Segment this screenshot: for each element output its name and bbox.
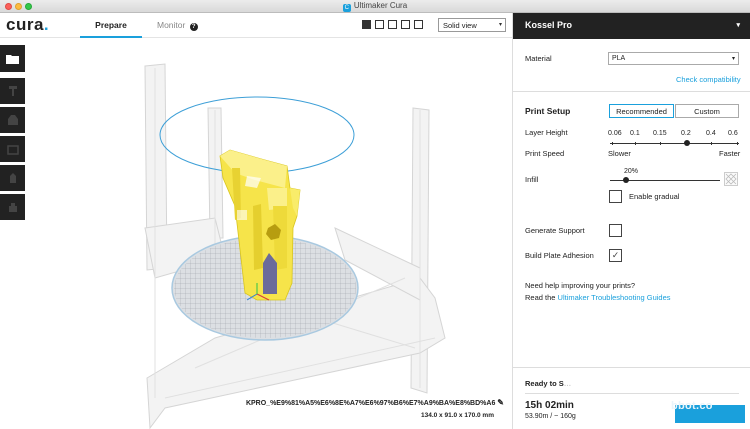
model-name: KPRO_%E9%81%A5%E6%8E%A7%E6%97%B6%E7%A9%B… <box>246 398 504 407</box>
layer-height-option[interactable]: 0.2 <box>681 130 691 137</box>
per-model-settings-icon <box>8 203 17 212</box>
build-plate-adhesion-checkbox[interactable]: ✓ <box>609 249 622 262</box>
layer-height-slider-track[interactable] <box>610 143 739 144</box>
layer-height-option[interactable]: 0.06 <box>608 130 622 137</box>
help-icon[interactable]: ? <box>189 23 198 31</box>
printer-selector[interactable]: Kossel Pro ▾ <box>513 13 750 39</box>
infill-pattern-icon <box>724 172 738 186</box>
material-select[interactable]: PLA ▾ <box>608 52 739 65</box>
rotate-icon <box>6 145 19 155</box>
camera-view-buttons <box>362 20 427 31</box>
layer-height-option[interactable]: 0.15 <box>653 130 667 137</box>
layer-height-option[interactable]: 0.1 <box>630 130 640 137</box>
faster-label: Faster <box>719 149 741 158</box>
tab-monitor-label: Monitor <box>157 20 186 30</box>
layer-height-slider-handle[interactable] <box>684 140 690 146</box>
infill-label: Infill <box>525 175 539 184</box>
build-plate-adhesion-label: Build Plate Adhesion <box>525 251 594 260</box>
help-read-text: Read the <box>525 293 558 302</box>
cura-logo: cura. <box>6 15 50 34</box>
view-mode-value: Solid view <box>443 21 477 30</box>
layer-height-option[interactable]: 0.6 <box>728 130 738 137</box>
troubleshooting-guides-link[interactable]: Ultimaker Troubleshooting Guides <box>558 293 671 302</box>
chevron-down-icon: ▾ <box>736 22 740 29</box>
per-model-settings-button[interactable] <box>0 194 25 220</box>
window-titlebar: C Ultimaker Cura <box>0 0 750 13</box>
left-view-icon[interactable] <box>401 20 410 29</box>
front-view-icon[interactable] <box>375 20 384 29</box>
check-compatibility-link[interactable]: Check compatibility <box>676 75 741 84</box>
chevron-down-icon: ▾ <box>731 56 735 62</box>
scale-icon <box>7 115 18 125</box>
translate-tool-button[interactable] <box>0 78 25 104</box>
material-label: Material <box>525 54 552 63</box>
rotate-tool-button[interactable] <box>0 136 25 162</box>
translate-icon <box>8 86 17 96</box>
model-dimensions: 134.0 x 91.0 x 170.0 mm <box>420 412 494 419</box>
checkmark-icon: ✓ <box>611 250 620 260</box>
3d-viewport[interactable]: KPRO_%E9%81%A5%E6%8E%A7%E6%97%B6%E7%A9%B… <box>25 38 512 429</box>
scale-tool-button[interactable] <box>0 107 25 133</box>
print-setup-title: Print Setup <box>525 106 571 116</box>
tab-prepare[interactable]: Prepare <box>80 20 142 38</box>
model-name-text: KPRO_%E9%81%A5%E6%8E%A7%E6%97%B6%E7%A9%B… <box>245 400 496 407</box>
top-view-icon[interactable] <box>388 20 397 29</box>
watermark: bbot.co <box>671 400 713 412</box>
mirror-tool-button[interactable] <box>0 165 25 191</box>
help-line: Read the Ultimaker Troubleshooting Guide… <box>525 293 671 302</box>
ready-status: Ready to S… <box>525 379 572 388</box>
settings-panel: Kossel Pro ▾ Material PLA ▾ Check compat… <box>512 13 750 429</box>
help-question: Need help improving your prints? <box>525 281 636 290</box>
material-usage: 53.90m / ~ 160g <box>525 413 576 420</box>
infill-value: 20% <box>624 168 639 175</box>
layer-height-label: Layer Height <box>525 128 568 137</box>
printer-scene <box>144 63 446 429</box>
infill-slider-handle[interactable] <box>623 177 629 183</box>
tab-monitor[interactable]: Monitor ? <box>157 20 198 31</box>
printer-name: Kossel Pro <box>525 20 573 30</box>
print-time: 15h 02min <box>525 400 574 411</box>
enable-gradual-label: Enable gradual <box>629 192 680 201</box>
slower-label: Slower <box>608 149 631 158</box>
left-toolbar <box>0 45 25 223</box>
progress-bar <box>525 393 739 394</box>
mirror-icon <box>9 173 16 183</box>
chevron-down-icon: ▾ <box>498 22 502 28</box>
material-value: PLA <box>612 55 626 62</box>
pencil-icon[interactable]: ✎ <box>497 398 504 407</box>
recommended-button[interactable]: Recommended <box>609 104 674 118</box>
custom-button[interactable]: Custom <box>675 104 739 118</box>
open-file-button[interactable] <box>0 45 25 72</box>
view-mode-select[interactable]: Solid view ▾ <box>438 18 506 32</box>
cura-app-icon: C <box>342 4 351 12</box>
folder-icon <box>5 54 19 64</box>
3d-view-icon[interactable] <box>362 20 371 29</box>
window-title: Ultimaker Cura <box>353 1 408 10</box>
right-view-icon[interactable] <box>414 20 423 29</box>
generate-support-checkbox[interactable] <box>609 224 622 237</box>
layer-height-option[interactable]: 0.4 <box>706 130 716 137</box>
print-speed-label: Print Speed <box>525 149 565 158</box>
enable-gradual-checkbox[interactable] <box>609 190 622 203</box>
print-summary: Ready to S… 15h 02min 53.90m / ~ 160g bb… <box>513 367 750 429</box>
generate-support-label: Generate Support <box>525 226 585 235</box>
top-header: cura. Prepare Monitor ? Solid view ▾ <box>0 13 512 38</box>
